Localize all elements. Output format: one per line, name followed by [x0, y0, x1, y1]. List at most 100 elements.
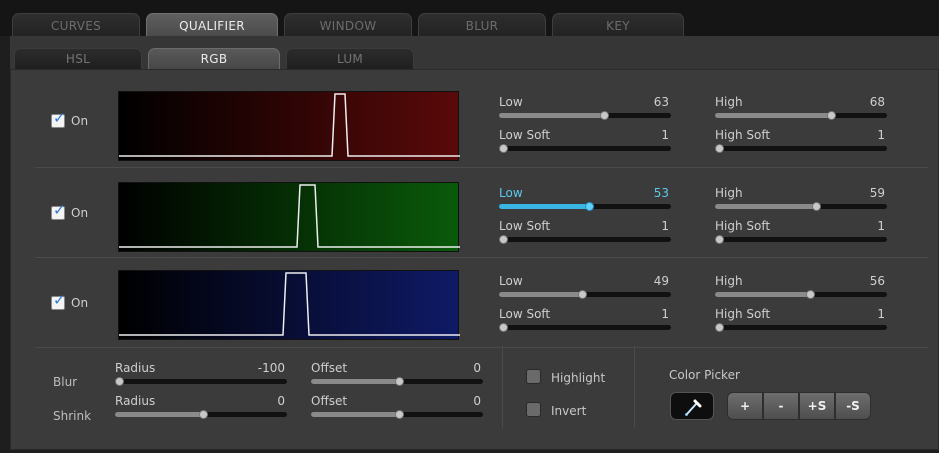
slider-label: High Soft: [715, 307, 771, 321]
slider-track[interactable]: [499, 146, 671, 151]
color-picker-label: Color Picker: [669, 368, 740, 382]
slider-knob[interactable]: [115, 377, 124, 386]
tab-window[interactable]: WINDOW: [284, 13, 412, 37]
slider-fill: [499, 292, 582, 297]
invert-label: Invert: [551, 404, 587, 418]
tab-curves[interactable]: CURVES: [12, 13, 140, 37]
slider-track[interactable]: [715, 325, 887, 330]
tab-rgb[interactable]: RGB: [148, 48, 280, 69]
slider-fill: [715, 292, 811, 297]
blue-low-slider[interactable]: Low 49: [499, 274, 671, 300]
slider-knob[interactable]: [715, 144, 724, 153]
slider-fill: [499, 204, 589, 209]
slider-fill: [311, 412, 399, 417]
red-channel-row: ✓ On Low 63 Low Soft 1 High 68 High Soft: [11, 76, 939, 166]
red-low-soft-slider[interactable]: Low Soft 1: [499, 128, 671, 154]
highlight-checkbox[interactable]: [526, 369, 541, 384]
green-on-label: On: [71, 206, 89, 220]
red-high-soft-slider[interactable]: High Soft 1: [715, 128, 887, 154]
red-low-slider[interactable]: Low 63: [499, 95, 671, 121]
tab-blur[interactable]: BLUR: [418, 13, 546, 37]
green-high-slider[interactable]: High 59: [715, 186, 887, 212]
green-on-checkbox[interactable]: ✓: [51, 203, 66, 220]
slider-knob[interactable]: [806, 290, 815, 299]
slider-value: 1: [877, 128, 885, 142]
eyedropper-button[interactable]: [670, 392, 714, 420]
slider-fill: [311, 379, 399, 384]
slider-track[interactable]: [499, 325, 671, 330]
green-range-graph[interactable]: [118, 182, 460, 252]
slider-track[interactable]: [115, 379, 287, 384]
bottom-controls: Blur Shrink Radius -100 Radius 0 Offset …: [11, 346, 939, 450]
slider-value: 63: [653, 95, 669, 109]
green-high-soft-slider[interactable]: High Soft 1: [715, 219, 887, 245]
invert-checkbox[interactable]: [526, 402, 541, 417]
tab-qualifier[interactable]: QUALIFIER: [146, 13, 278, 37]
slider-label: Low Soft: [499, 219, 551, 233]
green-low-slider[interactable]: Low 53: [499, 186, 671, 212]
green-channel-row: ✓ On Low 53 Low Soft 1 High 59 High Soft: [11, 166, 939, 256]
red-high-slider[interactable]: High 68: [715, 95, 887, 121]
slider-knob[interactable]: [395, 410, 404, 419]
slider-track[interactable]: [715, 237, 887, 242]
add-softness-button[interactable]: +S: [799, 392, 835, 420]
slider-label: High: [715, 95, 743, 109]
shrink-offset-slider[interactable]: Offset 0: [311, 394, 483, 420]
checkmark-icon: ✓: [53, 291, 66, 309]
slider-knob[interactable]: [499, 323, 508, 332]
slider-value: 1: [661, 219, 669, 233]
blur-label: Blur: [53, 375, 78, 389]
blue-high-soft-slider[interactable]: High Soft 1: [715, 307, 887, 333]
red-on-checkbox[interactable]: ✓: [51, 111, 66, 128]
blur-radius-slider[interactable]: Radius -100: [115, 361, 287, 387]
slider-value: 59: [869, 186, 885, 200]
subtract-color-button[interactable]: -: [763, 392, 799, 420]
slider-fill: [715, 204, 817, 209]
blue-range-graph[interactable]: [118, 270, 460, 340]
slider-label: Radius: [115, 361, 156, 375]
slider-track[interactable]: [499, 237, 671, 242]
slider-label: Offset: [311, 361, 348, 375]
section-divider: [634, 346, 635, 428]
red-range-curve: [119, 93, 460, 157]
slider-knob[interactable]: [499, 144, 508, 153]
slider-label: Low Soft: [499, 307, 551, 321]
slider-label: Radius: [115, 394, 156, 408]
blur-offset-slider[interactable]: Offset 0: [311, 361, 483, 387]
slider-value: 49: [653, 274, 669, 288]
blue-low-soft-slider[interactable]: Low Soft 1: [499, 307, 671, 333]
red-range-graph[interactable]: [118, 91, 460, 161]
slider-knob[interactable]: [578, 290, 587, 299]
shrink-radius-slider[interactable]: Radius 0: [115, 394, 287, 420]
slider-knob[interactable]: [715, 323, 724, 332]
subtract-softness-button[interactable]: -S: [835, 392, 871, 420]
slider-knob[interactable]: [812, 202, 821, 211]
blue-on-checkbox[interactable]: ✓: [51, 291, 66, 310]
red-on-label: On: [71, 114, 89, 128]
slider-knob[interactable]: [395, 377, 404, 386]
slider-fill: [115, 412, 203, 417]
tab-hsl[interactable]: HSL: [14, 48, 142, 69]
slider-label: Low Soft: [499, 128, 551, 142]
add-color-button[interactable]: +: [727, 392, 763, 420]
slider-knob[interactable]: [827, 111, 836, 120]
slider-label: High Soft: [715, 128, 771, 142]
slider-label: Offset: [311, 394, 348, 408]
slider-value: 0: [473, 361, 481, 375]
slider-label: Low: [499, 95, 523, 109]
slider-value: 1: [877, 219, 885, 233]
slider-label: Low: [499, 274, 523, 288]
slider-value: -100: [257, 361, 285, 375]
slider-knob[interactable]: [600, 111, 609, 120]
green-low-soft-slider[interactable]: Low Soft 1: [499, 219, 671, 245]
slider-knob[interactable]: [585, 202, 594, 211]
blue-high-slider[interactable]: High 56: [715, 274, 887, 300]
slider-knob[interactable]: [499, 235, 508, 244]
tab-key[interactable]: KEY: [552, 13, 684, 37]
slider-value: 0: [277, 394, 285, 408]
slider-knob[interactable]: [715, 235, 724, 244]
slider-knob[interactable]: [199, 410, 208, 419]
shrink-label: Shrink: [53, 409, 92, 423]
slider-track[interactable]: [715, 146, 887, 151]
tab-lum[interactable]: LUM: [286, 48, 414, 69]
